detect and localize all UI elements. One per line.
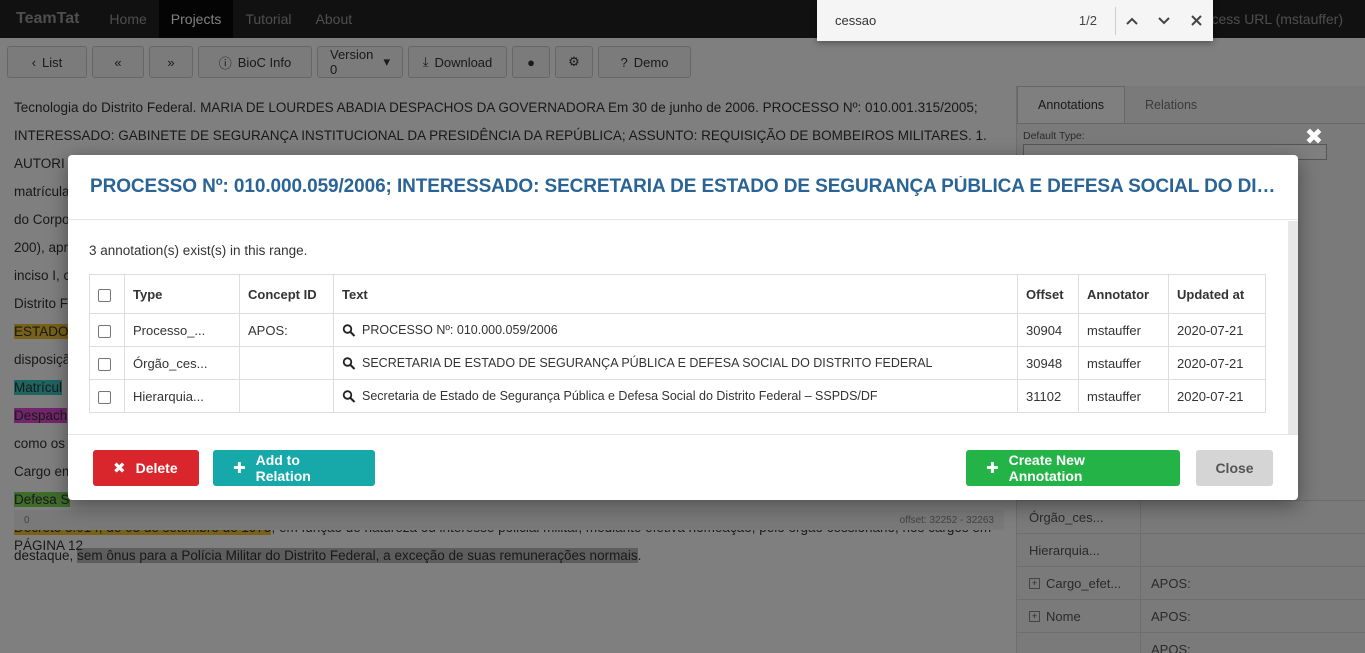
cell-offset: 31102 — [1017, 379, 1079, 413]
cell-text: SECRETARIA DE ESTADO DE SEGURANÇA PÚBLIC… — [333, 346, 1018, 380]
column-header[interactable]: Type — [124, 274, 240, 314]
close-icon — [1190, 15, 1202, 26]
dialog-footer: ✖ Delete ✚ Add to Relation ✚ Create New … — [68, 434, 1298, 500]
annotation-dialog: PROCESSO Nº: 010.000.059/2006; INTERESSA… — [68, 155, 1298, 500]
table-row[interactable]: Órgão_ces... SECRETARIA DE ESTADO DE SEG… — [89, 346, 1266, 380]
cell-text-value: SECRETARIA DE ESTADO DE SEGURANÇA PÚBLIC… — [362, 355, 933, 370]
row-checkbox[interactable] — [98, 390, 111, 404]
cell-annotator: mstauffer — [1078, 313, 1169, 347]
column-header[interactable]: Text — [333, 274, 1018, 314]
cell-offset: 30904 — [1017, 313, 1079, 347]
search-icon[interactable] — [342, 324, 356, 337]
close-icon[interactable]: ✖ — [1303, 124, 1325, 149]
cell-concept — [239, 379, 334, 413]
chevron-down-icon — [1158, 16, 1170, 24]
cell-concept: APOS: — [239, 313, 334, 347]
create-annotation-button[interactable]: ✚ Create New Annotation — [966, 449, 1180, 486]
dialog-scrollbar[interactable] — [1288, 221, 1298, 434]
cell-text: Secretaria de Estado de Segurança Públic… — [333, 379, 1018, 413]
find-close-button[interactable] — [1180, 0, 1212, 41]
row-checkbox[interactable] — [98, 324, 111, 338]
column-header[interactable]: Annotator — [1078, 274, 1169, 314]
find-prev-button[interactable] — [1116, 0, 1148, 41]
cell-type: Hierarquia... — [124, 379, 240, 413]
chevron-up-icon — [1126, 17, 1138, 25]
table-row[interactable]: Processo_... APOS: PROCESSO Nº: 010.000.… — [89, 313, 1266, 347]
table-header-row: Type Concept ID Text Offset Annotator Up… — [89, 274, 1266, 314]
cell-concept — [239, 346, 334, 380]
cell-updated: 2020-07-21 — [1168, 346, 1266, 380]
row-select-cell — [89, 313, 125, 347]
column-header[interactable]: Updated at — [1168, 274, 1266, 314]
column-header[interactable]: Concept ID — [239, 274, 334, 314]
dialog-body: 3 annotation(s) exist(s) in this range. … — [68, 221, 1288, 434]
column-header[interactable]: Offset — [1017, 274, 1079, 314]
select-all-checkbox[interactable] — [98, 288, 111, 302]
delete-button[interactable]: ✖ Delete — [93, 449, 199, 486]
close-icon: ✖ — [113, 459, 126, 477]
add-to-relation-label: Add to Relation — [255, 451, 311, 484]
find-match-count: 1/2 — [1078, 13, 1097, 28]
find-next-button[interactable] — [1148, 0, 1180, 41]
search-icon[interactable] — [342, 357, 356, 370]
annotation-table: Type Concept ID Text Offset Annotator Up… — [89, 274, 1266, 413]
dialog-title: PROCESSO Nº: 010.000.059/2006; INTERESSA… — [90, 176, 1276, 197]
cell-text: PROCESSO Nº: 010.000.059/2006 — [333, 313, 1018, 347]
row-checkbox[interactable] — [98, 357, 111, 371]
cell-updated: 2020-07-21 — [1168, 313, 1266, 347]
add-to-relation-button[interactable]: ✚ Add to Relation — [213, 449, 375, 486]
annotation-count-message: 3 annotation(s) exist(s) in this range. — [89, 243, 308, 258]
cell-type: Órgão_ces... — [124, 346, 240, 380]
cell-offset: 30948 — [1017, 346, 1079, 380]
row-select-cell — [89, 379, 125, 413]
delete-label: Delete — [135, 459, 178, 476]
plus-icon: ✚ — [986, 459, 999, 477]
cell-annotator: mstauffer — [1078, 346, 1169, 380]
cell-text-value: PROCESSO Nº: 010.000.059/2006 — [362, 322, 558, 337]
cell-updated: 2020-07-21 — [1168, 379, 1266, 413]
cell-annotator: mstauffer — [1078, 379, 1169, 413]
create-annotation-label: Create New Annotation — [1008, 451, 1085, 484]
table-row[interactable]: Hierarquia... Secretaria de Estado de Se… — [89, 379, 1266, 413]
close-button[interactable]: Close — [1196, 449, 1273, 486]
search-icon[interactable] — [342, 390, 356, 403]
cell-text-value: Secretaria de Estado de Segurança Públic… — [362, 388, 878, 403]
cell-type: Processo_... — [124, 313, 240, 347]
select-all-cell — [89, 274, 125, 314]
plus-icon: ✚ — [233, 459, 246, 477]
dialog-header: PROCESSO Nº: 010.000.059/2006; INTERESSA… — [68, 155, 1298, 220]
find-bar: cessao 1/2 — [817, 0, 1213, 41]
row-select-cell — [89, 346, 125, 380]
find-input[interactable]: cessao — [817, 13, 1057, 28]
